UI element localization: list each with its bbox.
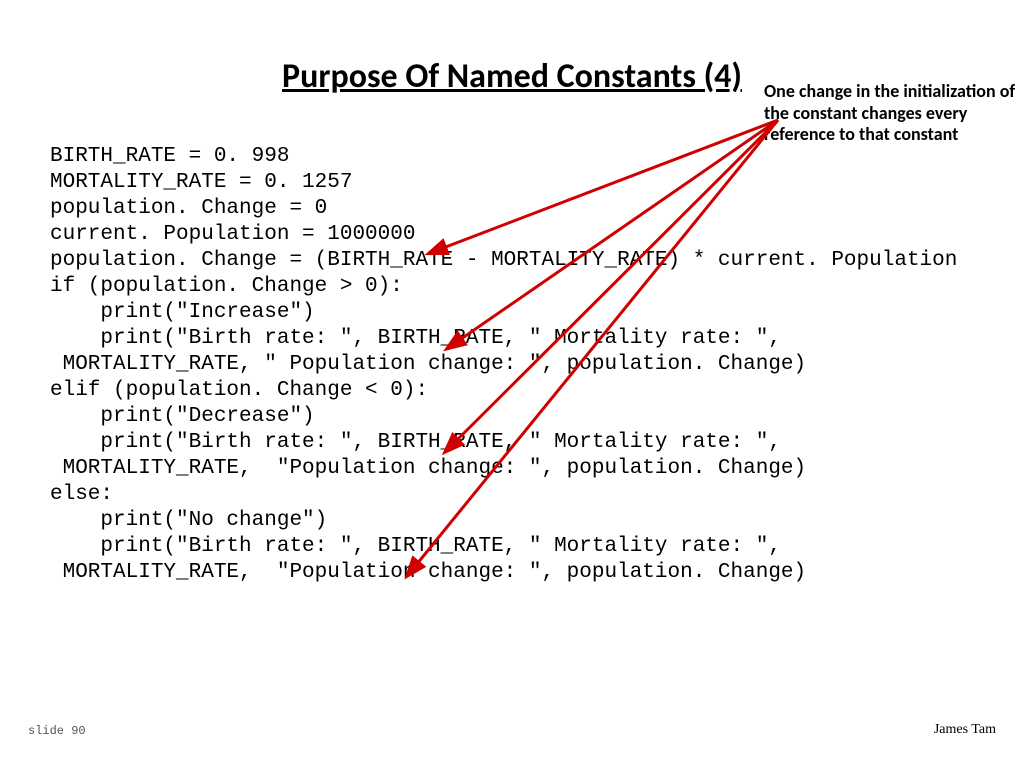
code-block: BIRTH_RATE = 0. 998 MORTALITY_RATE = 0. … [50,144,1024,586]
annotation-text: One change in the initialization of the … [764,81,1024,146]
author: James Tam [934,722,996,738]
slide-number: slide 90 [28,724,86,738]
